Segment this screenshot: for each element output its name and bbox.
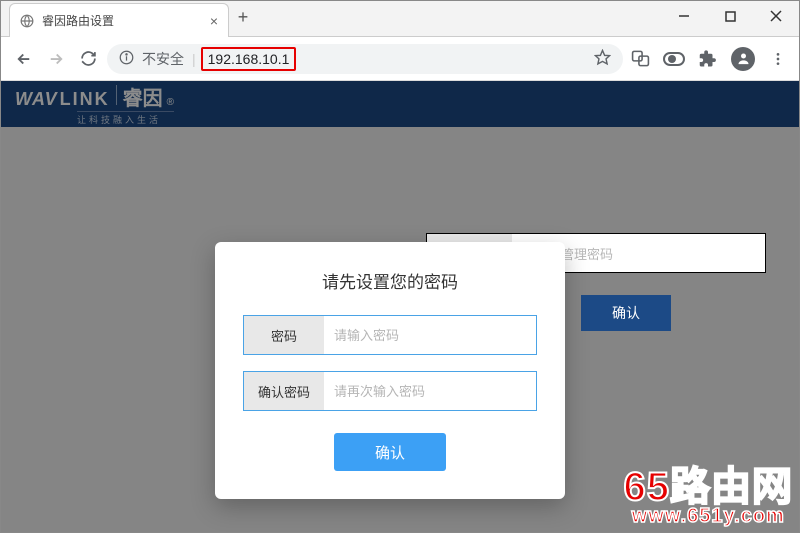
tab-title: 睿因路由设置 — [42, 12, 114, 29]
confirm-password-field: 确认密码 — [243, 371, 537, 411]
watermark-line2: www.651y.com — [624, 505, 794, 528]
url-text: 192.168.10.1 — [204, 50, 294, 68]
set-password-modal: 请先设置您的密码 密码 确认密码 确认 — [215, 242, 565, 499]
translate-icon[interactable] — [629, 48, 651, 70]
password-label: 密码 — [244, 316, 324, 354]
security-label: 不安全 — [142, 49, 184, 69]
close-tab-icon[interactable]: × — [210, 13, 218, 29]
watermark: 65路由网 www.651y.com — [624, 467, 794, 528]
confirm-password-input[interactable] — [324, 372, 536, 410]
page-content: WAVLINK 睿因® 让科技融入生活 管理密码 请输入管理密码 确认 请先设置… — [1, 81, 799, 532]
minimize-button[interactable] — [661, 1, 707, 31]
modal-title: 请先设置您的密码 — [243, 268, 537, 293]
password-field: 密码 — [243, 315, 537, 355]
watermark-line1: 65路由网 — [624, 467, 794, 507]
star-icon[interactable] — [594, 49, 611, 69]
browser-toolbar: 不安全 | 192.168.10.1 — [1, 37, 799, 81]
confirm-password-label: 确认密码 — [244, 372, 324, 410]
back-button[interactable] — [11, 46, 37, 72]
new-tab-button[interactable]: + — [229, 7, 257, 28]
toggle-icon[interactable] — [663, 48, 685, 70]
globe-icon — [20, 14, 34, 28]
browser-tab[interactable]: 睿因路由设置 × — [9, 3, 229, 37]
maximize-button[interactable] — [707, 1, 753, 31]
address-bar[interactable]: 不安全 | 192.168.10.1 — [107, 44, 623, 74]
info-icon — [119, 50, 134, 68]
menu-icon[interactable] — [767, 48, 789, 70]
profile-avatar[interactable] — [731, 47, 755, 71]
forward-button[interactable] — [43, 46, 69, 72]
password-input[interactable] — [324, 316, 536, 354]
login-confirm-button: 确认 — [581, 295, 671, 331]
confirm-button[interactable]: 确认 — [334, 433, 446, 471]
reload-button[interactable] — [75, 46, 101, 72]
close-window-button[interactable] — [753, 1, 799, 31]
extensions-icon[interactable] — [697, 48, 719, 70]
window-controls — [661, 1, 799, 31]
titlebar: 睿因路由设置 × + — [1, 1, 799, 37]
